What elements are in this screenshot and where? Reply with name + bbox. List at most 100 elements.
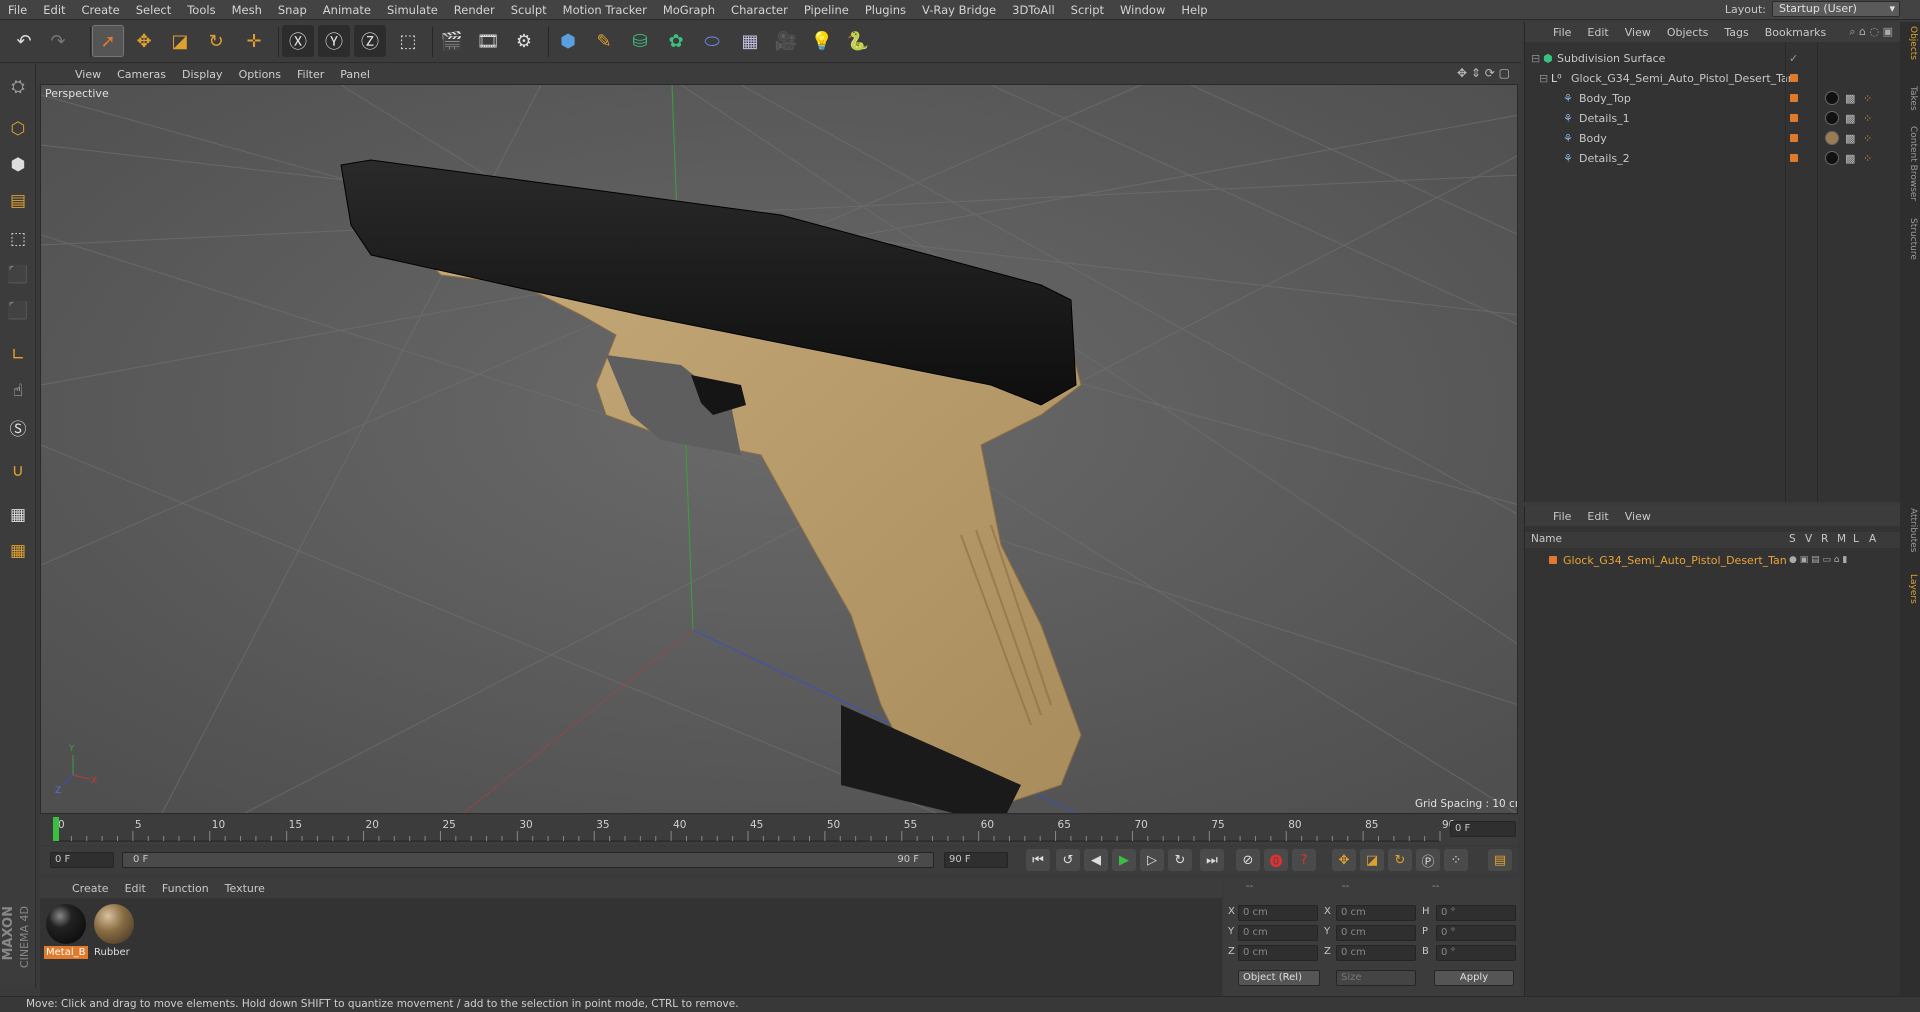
cube-object-icon[interactable]: ⬢	[552, 25, 584, 57]
timeline-ticks[interactable]: 0 5 10 15 20 25 30 35 40 45 50 55 60 65 70 75 80 85 90	[40, 815, 1518, 845]
start-frame-field[interactable]: 0 F	[50, 852, 114, 868]
lock-workplane-icon[interactable]: ▦	[3, 536, 33, 566]
object-menu-file[interactable]: File	[1545, 26, 1579, 39]
y-axis-lock-icon[interactable]: Ⓨ	[318, 25, 350, 57]
collapse-icon[interactable]: ⊟	[1531, 52, 1540, 65]
uvw-tag-icon[interactable]: ⁘	[1863, 152, 1872, 165]
layer-color-swatch[interactable]	[1549, 556, 1557, 564]
scale-tool-icon[interactable]: ◪	[164, 25, 196, 57]
coord-size-select[interactable]: Size	[1336, 970, 1416, 986]
floor-icon[interactable]: ▦	[734, 25, 766, 57]
layer-menu-view[interactable]: View	[1617, 510, 1659, 523]
timeline-window-icon[interactable]: ▤	[1488, 849, 1512, 871]
viewport-menu-options[interactable]: Options	[231, 68, 289, 81]
grid-snap-icon[interactable]: ▦	[3, 500, 33, 530]
axis-mode-icon[interactable]: ∟	[3, 340, 33, 370]
edges-mode-icon[interactable]: ⬛	[3, 260, 33, 290]
collapse-icon[interactable]: ⊟	[1539, 72, 1548, 85]
pen-spline-icon[interactable]: ✎	[588, 25, 620, 57]
viewport-menu-filter[interactable]: Filter	[289, 68, 332, 81]
viewport-menu-view[interactable]: View	[67, 68, 109, 81]
render-settings-icon[interactable]: ⚙	[508, 25, 540, 57]
python-icon[interactable]: 🐍	[842, 25, 874, 57]
key-rotation-icon[interactable]: ↻	[1388, 849, 1412, 871]
menu-window[interactable]: Window	[1112, 3, 1173, 17]
go-to-end-icon[interactable]: ⏭	[1200, 849, 1224, 871]
rot-b-field[interactable]: 0 °	[1436, 945, 1516, 961]
menu-pipeline[interactable]: Pipeline	[796, 3, 857, 17]
menu-select[interactable]: Select	[128, 3, 179, 17]
menu-edit[interactable]: Edit	[35, 3, 73, 17]
snap-icon[interactable]: Ⓢ	[3, 412, 33, 442]
layer-row[interactable]: Glock_G34_Semi_Auto_Pistol_Desert_Tan ● …	[1525, 550, 1901, 570]
coordinate-system-icon[interactable]: ⬚	[392, 25, 424, 57]
end-frame-field[interactable]: 90 F	[944, 852, 1008, 868]
last-tool-icon[interactable]: ✛	[238, 25, 270, 57]
menu-mesh[interactable]: Mesh	[224, 3, 270, 17]
menu-plugins[interactable]: Plugins	[857, 3, 914, 17]
menu-simulate[interactable]: Simulate	[379, 3, 446, 17]
material-item[interactable]: Rubber	[92, 902, 136, 958]
autokey-icon[interactable]: ⓿	[1264, 849, 1288, 871]
range-slider[interactable]: 0 F 90 F	[122, 852, 934, 868]
polygons-mode-icon[interactable]: ⬛	[3, 296, 33, 326]
model-mode-icon[interactable]: ⬡	[3, 114, 33, 144]
camera-icon[interactable]: 🎥	[770, 25, 802, 57]
key-pla-icon[interactable]: ⁘	[1444, 849, 1468, 871]
previous-key-icon[interactable]: ↺	[1056, 849, 1080, 871]
loop-icon[interactable]: ↻	[1168, 849, 1192, 871]
viewport-menu-display[interactable]: Display	[174, 68, 231, 81]
previous-frame-icon[interactable]: ◀	[1084, 849, 1108, 871]
texture-mode-icon[interactable]: ⬢	[3, 150, 33, 180]
playhead[interactable]	[53, 817, 59, 841]
redo-icon[interactable]: ↷	[42, 25, 74, 57]
points-mode-icon[interactable]: ⬚	[3, 224, 33, 254]
object-menu-view[interactable]: View	[1617, 26, 1659, 39]
layer-color-dot[interactable]	[1790, 154, 1798, 162]
keyframe-selection-icon[interactable]: ?	[1292, 849, 1316, 871]
texture-tag-icon[interactable]: ▩	[1845, 112, 1855, 125]
material-tag-icon[interactable]	[1825, 151, 1839, 165]
object-row-body[interactable]: ⚘ Body ▩ ⁘	[1525, 128, 1901, 148]
material-menu-create[interactable]: Create	[64, 882, 117, 895]
coord-mode-select[interactable]: Object (Rel)	[1238, 970, 1320, 986]
timeline-ruler[interactable]: 0 5 10 15 20 25 30 35 40 45 50 55 60 65 70 75 80 85 90 0 F	[40, 815, 1518, 845]
layer-menu-file[interactable]: File	[1545, 510, 1579, 523]
material-tag-icon[interactable]	[1825, 131, 1839, 145]
uvw-tag-icon[interactable]: ⁘	[1863, 92, 1872, 105]
key-position-icon[interactable]: ✥	[1332, 849, 1356, 871]
light-icon[interactable]: 💡	[806, 25, 838, 57]
menu-snap[interactable]: Snap	[270, 3, 315, 17]
render-picture-viewer-icon[interactable]: 🎞	[472, 25, 504, 57]
tab-objects[interactable]: Objects	[1902, 26, 1918, 60]
go-to-start-icon[interactable]: ⏮	[1026, 849, 1050, 871]
apply-button[interactable]: Apply	[1434, 970, 1514, 986]
object-row-details-2[interactable]: ⚘ Details_2 ▩ ⁘	[1525, 148, 1901, 168]
menu-script[interactable]: Script	[1063, 3, 1112, 17]
object-menu-bookmarks[interactable]: Bookmarks	[1757, 26, 1834, 39]
next-frame-icon[interactable]: ▷	[1140, 849, 1164, 871]
texture-tag-icon[interactable]: ▩	[1845, 132, 1855, 145]
texture-tag-icon[interactable]: ▩	[1845, 92, 1855, 105]
layer-color-dot[interactable]	[1790, 114, 1798, 122]
menu-sculpt[interactable]: Sculpt	[503, 3, 555, 17]
tab-attributes[interactable]: Attributes	[1902, 508, 1918, 552]
rotate-tool-icon[interactable]: ↻	[200, 25, 232, 57]
deformer-icon[interactable]: ⬭	[696, 25, 728, 57]
menu-help[interactable]: Help	[1173, 3, 1215, 17]
make-editable-icon[interactable]: ⛭	[3, 72, 33, 102]
pos-z-field[interactable]: 0 cm	[1238, 945, 1318, 961]
menu-file[interactable]: File	[0, 3, 35, 17]
menu-render[interactable]: Render	[446, 3, 503, 17]
tweak-mode-icon[interactable]: ☝	[3, 376, 33, 406]
object-row-body-top[interactable]: ⚘ Body_Top ▩ ⁘	[1525, 88, 1901, 108]
cloner-icon[interactable]: ✿	[660, 25, 692, 57]
material-item[interactable]: Metal_B	[44, 902, 88, 959]
menu-vray-bridge[interactable]: V-Ray Bridge	[914, 3, 1004, 17]
play-icon[interactable]: ▶	[1112, 849, 1136, 871]
z-axis-lock-icon[interactable]: Ⓩ	[354, 25, 386, 57]
tab-takes[interactable]: Takes	[1902, 86, 1918, 111]
tab-content-browser[interactable]: Content Browser	[1902, 126, 1918, 201]
material-tag-icon[interactable]	[1825, 91, 1839, 105]
uvw-tag-icon[interactable]: ⁘	[1863, 132, 1872, 145]
